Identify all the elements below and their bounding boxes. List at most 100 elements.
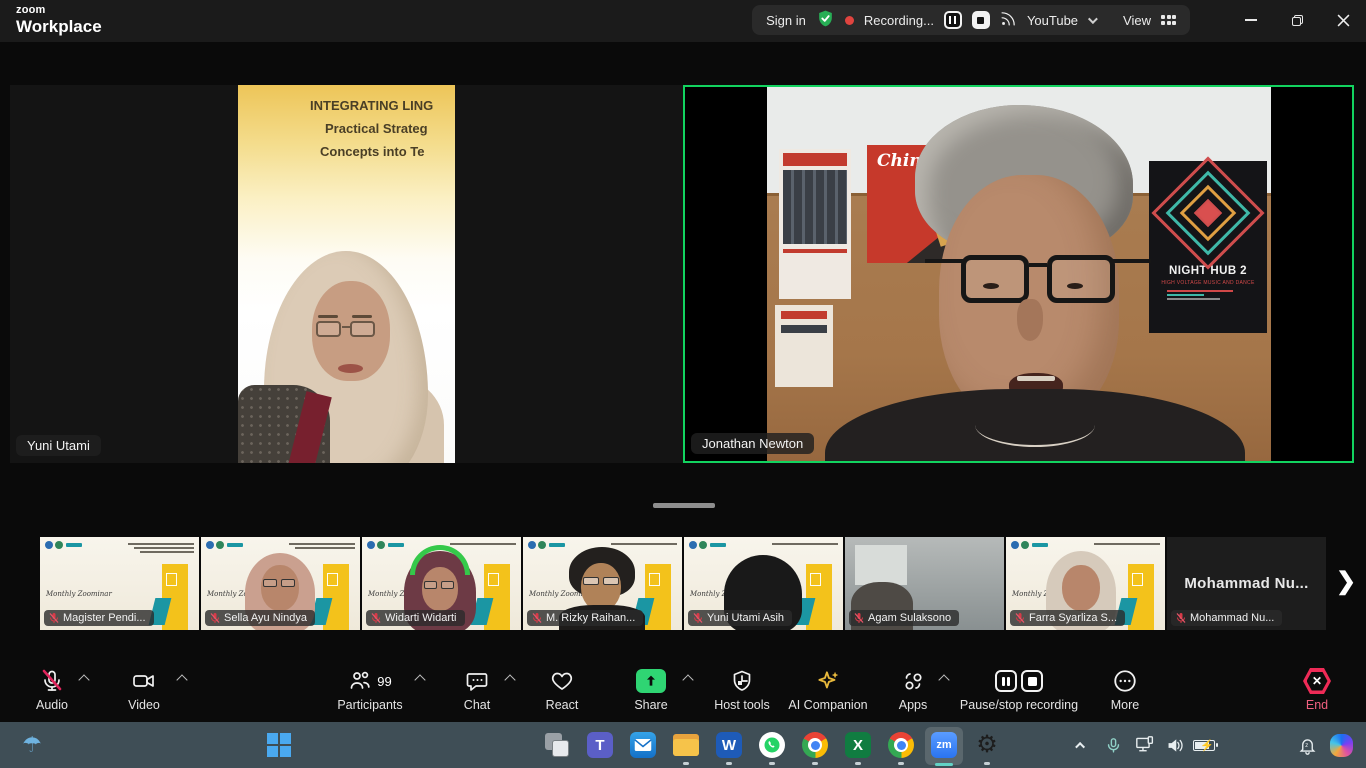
- view-button[interactable]: View: [1123, 13, 1151, 28]
- file-explorer-icon[interactable]: [669, 722, 703, 768]
- glasses: [424, 581, 437, 589]
- logo-text-bar: [66, 543, 82, 547]
- glasses-bridge: [1029, 263, 1047, 267]
- muted-mic-icon: [531, 612, 543, 624]
- restore-button[interactable]: [1274, 0, 1320, 40]
- window-light: [855, 545, 907, 585]
- participant-name-label: Yuni Utami Asih: [688, 610, 792, 626]
- host-tools-button[interactable]: Host tools: [702, 667, 782, 712]
- header-text-bar: [128, 543, 194, 545]
- filmstrip-tile-rizky[interactable]: Monthly Zoominar M. Rizky Raihan...: [523, 537, 682, 630]
- participant-name-label: Sella Ayu Nindya: [205, 610, 315, 626]
- pause-recording-button[interactable]: [944, 11, 962, 29]
- sign-in-button[interactable]: Sign in: [766, 13, 806, 28]
- youtube-live-label[interactable]: YouTube: [1027, 13, 1078, 28]
- participants-button[interactable]: 99 Participants: [322, 667, 418, 712]
- more-ellipsis-icon: [1112, 667, 1138, 695]
- battery-charging-icon[interactable]: ⚡: [1188, 722, 1220, 768]
- next-participants-page-icon[interactable]: ❯: [1336, 570, 1356, 594]
- video-tile-yuni-utami[interactable]: INTEGRATING LING Practical Strateg Conce…: [10, 85, 683, 463]
- hidden-icons-chevron[interactable]: [1066, 722, 1096, 768]
- chevron-down-icon[interactable]: [1088, 14, 1098, 24]
- filmstrip-tile-widarti[interactable]: Monthly Zoominar Widarti Widarti: [362, 537, 521, 630]
- cast-display-icon[interactable]: [1130, 722, 1160, 768]
- react-button[interactable]: React: [532, 667, 592, 712]
- weather-umbrella-icon[interactable]: ☂: [14, 722, 50, 768]
- windows-start-button[interactable]: [262, 722, 296, 768]
- copilot-icon[interactable]: [1324, 722, 1358, 768]
- more-button[interactable]: More: [1096, 667, 1154, 712]
- brand-workplace: Workplace: [16, 18, 102, 35]
- necklace: [975, 403, 1095, 447]
- face: [581, 563, 621, 611]
- apps-button[interactable]: Apps: [884, 667, 942, 712]
- pause-icon[interactable]: [995, 670, 1017, 692]
- muted-mic-icon: [853, 612, 865, 624]
- diamond-pattern: [1164, 169, 1252, 257]
- filmstrip-tile-magister[interactable]: Monthly Zoominar Magister Pendi...: [40, 537, 199, 630]
- audio-button[interactable]: Audio: [22, 667, 82, 712]
- filmstrip-tile-yuni-asih[interactable]: Monthly Zoominar Yuni Utami Asih: [684, 537, 843, 630]
- participants-filmstrip: Monthly Zoominar Magister Pendi... Month…: [40, 537, 1326, 630]
- shield-check-icon[interactable]: [816, 9, 835, 31]
- minimize-button[interactable]: [1228, 0, 1274, 40]
- live-stream-icon: [1000, 10, 1017, 30]
- stop-icon[interactable]: [1021, 670, 1043, 692]
- share-options-chevron[interactable]: [682, 674, 693, 685]
- end-meeting-button[interactable]: ✕ End: [1288, 667, 1346, 712]
- ai-sparkle-icon: [815, 667, 841, 695]
- video-options-chevron[interactable]: [176, 674, 187, 685]
- face: [261, 565, 299, 611]
- nose: [1017, 299, 1043, 341]
- speaker-icon[interactable]: [1160, 722, 1190, 768]
- video-tile-jonathan-newton-active-speaker[interactable]: China NIGHT HUB 2 HIGH VOLTAGE MUSIC AND…: [683, 85, 1354, 463]
- mouth: [338, 364, 363, 373]
- teeth: [1017, 376, 1055, 381]
- chat-button[interactable]: Chat: [448, 667, 506, 712]
- word-icon[interactable]: W: [712, 722, 746, 768]
- eyebrow: [318, 315, 338, 318]
- muted-mic-icon: [1014, 612, 1026, 624]
- participant-name-label: Agam Sulaksono: [849, 610, 959, 626]
- settings-gear-icon[interactable]: ⚙: [970, 722, 1004, 768]
- teams-icon[interactable]: T: [583, 722, 617, 768]
- notification-bell-icon[interactable]: z: [1292, 722, 1322, 768]
- glasses-lens: [961, 255, 1029, 303]
- whatsapp-icon[interactable]: [755, 722, 789, 768]
- glasses-arm: [925, 259, 963, 263]
- task-view-icon[interactable]: [540, 722, 574, 768]
- recording-status: Recording...: [864, 13, 934, 28]
- chrome-icon[interactable]: [798, 722, 832, 768]
- participant-name-label: M. Rizky Raihan...: [527, 610, 643, 626]
- meeting-toolbar: Audio Video 99 Participants Chat: [0, 660, 1366, 722]
- ai-companion-button[interactable]: AI Companion: [782, 667, 874, 712]
- stop-recording-button[interactable]: [972, 11, 990, 29]
- chat-options-chevron[interactable]: [504, 674, 515, 685]
- header-text-bar: [134, 547, 194, 549]
- filmstrip-tile-farra[interactable]: Monthly Zoominar Farra Syarliza S...: [1006, 537, 1165, 630]
- filmstrip-tile-mohammad[interactable]: Mohammad Nu... Mohammad Nu...: [1167, 537, 1326, 630]
- view-grid-icon[interactable]: [1161, 15, 1176, 25]
- slide-title-text: INTEGRATING LING Practical Strateg Conce…: [310, 94, 455, 163]
- excel-icon[interactable]: X: [841, 722, 875, 768]
- chrome-profile2-icon[interactable]: [884, 722, 918, 768]
- filmstrip-tile-sella[interactable]: Monthly Zoominar Sella Ayu Nindya: [201, 537, 360, 630]
- pause-stop-recording-button[interactable]: Pause/stop recording: [943, 667, 1095, 712]
- heart-icon: [550, 667, 574, 695]
- end-hexagon-icon: ✕: [1303, 667, 1331, 695]
- zoom-workplace-logo: zoom Workplace: [16, 5, 102, 35]
- muted-mic-icon: [48, 612, 60, 624]
- glasses: [281, 579, 295, 587]
- filmstrip-tile-agam[interactable]: Agam Sulaksono: [845, 537, 1004, 630]
- mic-in-use-icon[interactable]: [1098, 722, 1128, 768]
- header-text-bar: [140, 551, 194, 553]
- close-button[interactable]: [1320, 0, 1366, 40]
- mail-icon[interactable]: [626, 722, 660, 768]
- glasses: [263, 579, 277, 587]
- night-hub-poster: NIGHT HUB 2 HIGH VOLTAGE MUSIC AND DANCE: [1149, 161, 1267, 333]
- zoom-app-icon-active[interactable]: zm: [927, 722, 961, 768]
- video-button[interactable]: Video: [114, 667, 174, 712]
- windows-taskbar: ☂ 1 Search T: [0, 722, 1366, 768]
- share-screen-button[interactable]: Share: [620, 667, 682, 712]
- filmstrip-resize-handle[interactable]: [653, 503, 715, 508]
